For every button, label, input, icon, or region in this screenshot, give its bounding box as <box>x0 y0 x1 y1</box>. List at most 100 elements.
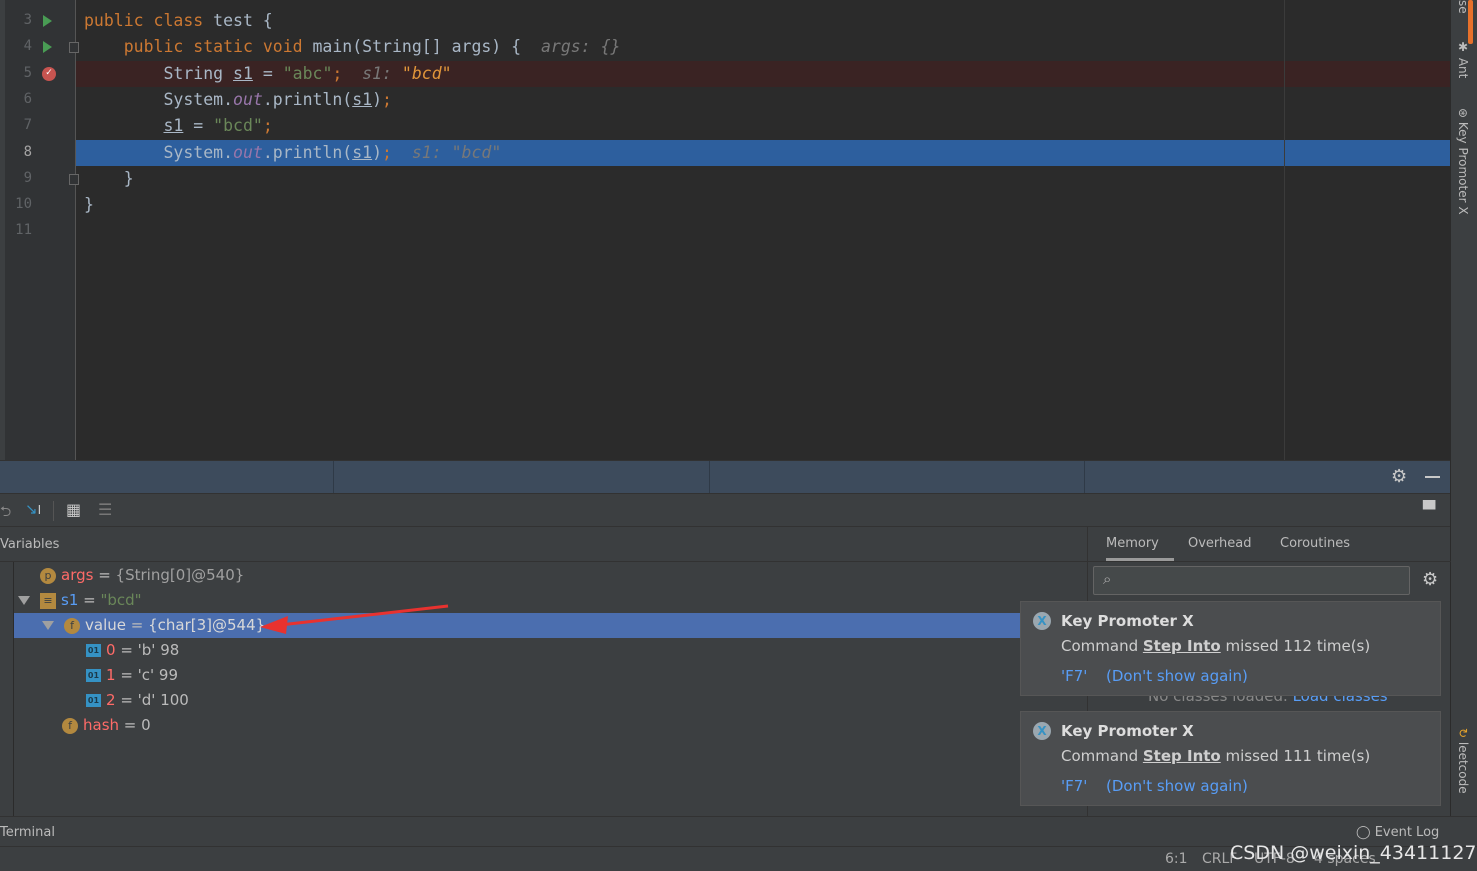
code-line[interactable] <box>76 218 1477 244</box>
evaluate-expression-icon[interactable]: ▦ <box>66 500 81 519</box>
code-line[interactable]: System.out.println(s1); <box>76 87 1477 113</box>
code-token: main(String[] args) { <box>312 37 541 57</box>
gear-icon[interactable]: ⚙ <box>1391 466 1407 487</box>
code-token: test { <box>213 11 273 30</box>
tool-tab-database[interactable]: se <box>1456 0 1470 14</box>
variables-header: Variables <box>0 527 1087 562</box>
code-token: s1: <box>342 63 402 83</box>
variables-side-toolbar <box>0 562 14 816</box>
variable-row[interactable]: p args = {String[0]@540} <box>14 563 1087 588</box>
terminal-tab[interactable]: Terminal <box>0 817 55 849</box>
variable-value: 0 <box>141 716 151 734</box>
code-token: "bcd" <box>401 63 452 83</box>
code-token: s1 <box>233 63 253 83</box>
code-line[interactable]: public static void main(String[] args) {… <box>76 34 1477 60</box>
code-line[interactable]: } <box>76 166 1477 192</box>
code-line[interactable]: s1 = "bcd"; <box>76 113 1477 139</box>
run-icon[interactable] <box>43 41 52 54</box>
code-token: out <box>233 142 263 162</box>
code-token: String <box>84 63 234 83</box>
expand-toggle-icon[interactable] <box>42 621 54 630</box>
tab-coroutines[interactable]: Coroutines <box>1280 527 1350 561</box>
code-token: ; <box>382 89 392 109</box>
code-token: s1 <box>352 142 373 162</box>
variable-eq: = <box>115 641 138 659</box>
variable-row[interactable]: ≡ s1 = "bcd" <box>14 588 1087 613</box>
variables-title: Variables <box>0 537 60 552</box>
code-line[interactable]: System.out.println(s1); s1: "bcd" <box>76 139 1477 166</box>
field-icon: f <box>64 617 80 634</box>
code-line[interactable]: public class test { <box>76 8 1477 34</box>
line-number[interactable]: 7 <box>8 117 32 133</box>
line-number[interactable]: 6 <box>8 91 32 107</box>
variable-row[interactable]: 01 2 = 'd' 100 <box>14 688 1087 713</box>
key-promoter-icon: X <box>1033 722 1051 740</box>
ant-label: Ant <box>1456 57 1470 79</box>
notification-key-promoter[interactable]: X Key Promoter X Command Step Into missed … <box>1020 711 1441 806</box>
variable-eq: = <box>78 591 101 609</box>
line-number[interactable]: 11 <box>8 222 32 238</box>
variable-name: hash <box>83 716 120 734</box>
dont-show-again-link[interactable]: (Don't show again) <box>1106 777 1248 795</box>
leetcode-label: leetcode <box>1456 741 1470 794</box>
step-into-cursor-icon[interactable]: ↘I <box>25 500 41 518</box>
line-number[interactable]: 10 <box>8 196 32 212</box>
annotation-arrow <box>260 604 449 634</box>
variable-row[interactable]: f hash = 0 <box>14 713 1087 738</box>
variable-name: value <box>85 616 126 634</box>
variable-value: 'b' 98 <box>137 641 180 659</box>
dont-show-again-link[interactable]: (Don't show again) <box>1106 667 1248 685</box>
code-token: public static void <box>123 37 313 57</box>
variables-tree[interactable]: p args = {String[0]@540} ≡ s1 = "bcd" f value… <box>14 562 1087 816</box>
tab-memory[interactable]: Memory <box>1106 527 1174 561</box>
code-token: s1 <box>163 116 184 136</box>
variable-eq: = <box>93 566 116 584</box>
notification-key-promoter[interactable]: X Key Promoter X Command Step Into missed … <box>1020 601 1441 696</box>
code-token: ; <box>262 116 273 136</box>
variable-value: "bcd" <box>100 591 142 609</box>
restore-frame-icon[interactable]: ⮌ <box>0 501 11 525</box>
tool-tab-leetcode[interactable]: ↻ leetcode <box>1456 728 1470 794</box>
code-token: .println( <box>262 142 353 162</box>
code-token: = <box>252 63 283 83</box>
notification-body: Command Step Into missed 111 time(s) <box>1061 747 1371 765</box>
layout-icon[interactable]: ▀ <box>1423 500 1435 519</box>
shortcut-link[interactable]: 'F7' <box>1061 667 1087 685</box>
breakpoint-icon[interactable]: ✓ <box>42 66 56 81</box>
tool-tab-ant[interactable]: ✱ Ant <box>1456 40 1470 78</box>
line-number[interactable]: 9 <box>8 170 32 186</box>
line-number[interactable]: 8 <box>8 144 32 160</box>
primitive-icon: 01 <box>86 644 101 657</box>
code-token: ; <box>332 63 343 83</box>
debug-tool-header: ⚙ <box>0 460 1450 494</box>
debug-toolbar: ⮌ ↘I ▦ ☰ ▀ <box>0 493 1450 527</box>
tab-overhead[interactable]: Overhead <box>1188 527 1252 561</box>
minimize-icon[interactable] <box>1425 476 1440 478</box>
memory-settings-gear-icon[interactable]: ⚙ <box>1422 569 1438 590</box>
variable-name: 0 <box>106 641 116 659</box>
event-log-label: Event Log <box>1374 825 1440 840</box>
code-token: public class <box>84 11 214 30</box>
tool-tab-key-promoter[interactable]: ⊛ Key Promoter X <box>1456 108 1470 215</box>
caret-position[interactable]: 6:1 <box>1165 847 1188 871</box>
parameter-icon: p <box>40 567 56 584</box>
variable-eq: = <box>125 616 149 634</box>
code-line[interactable]: } <box>76 192 1477 218</box>
run-icon[interactable] <box>43 15 52 27</box>
code-line[interactable]: String s1 = "abc"; s1: "bcd" <box>76 60 1477 87</box>
trace-icon[interactable]: ☰ <box>98 500 112 519</box>
line-number[interactable]: 5 <box>8 65 32 81</box>
memory-search-input[interactable]: ⌕ <box>1093 566 1410 595</box>
notification-title: Key Promoter X <box>1061 612 1194 630</box>
variable-eq: = <box>115 666 138 684</box>
line-number[interactable]: 3 <box>8 12 32 28</box>
variable-row[interactable]: 01 0 = 'b' 98 <box>14 638 1087 663</box>
variable-name: 2 <box>106 691 116 709</box>
expand-toggle-icon[interactable] <box>18 596 30 605</box>
line-number[interactable]: 4 <box>8 38 32 54</box>
variable-row[interactable]: f value = {char[3]@544} <box>14 613 1032 638</box>
variable-row[interactable]: 01 1 = 'c' 99 <box>14 663 1087 688</box>
search-icon: ⌕ <box>1103 570 1112 588</box>
shortcut-link[interactable]: 'F7' <box>1061 777 1087 795</box>
variable-eq: = <box>115 691 138 709</box>
